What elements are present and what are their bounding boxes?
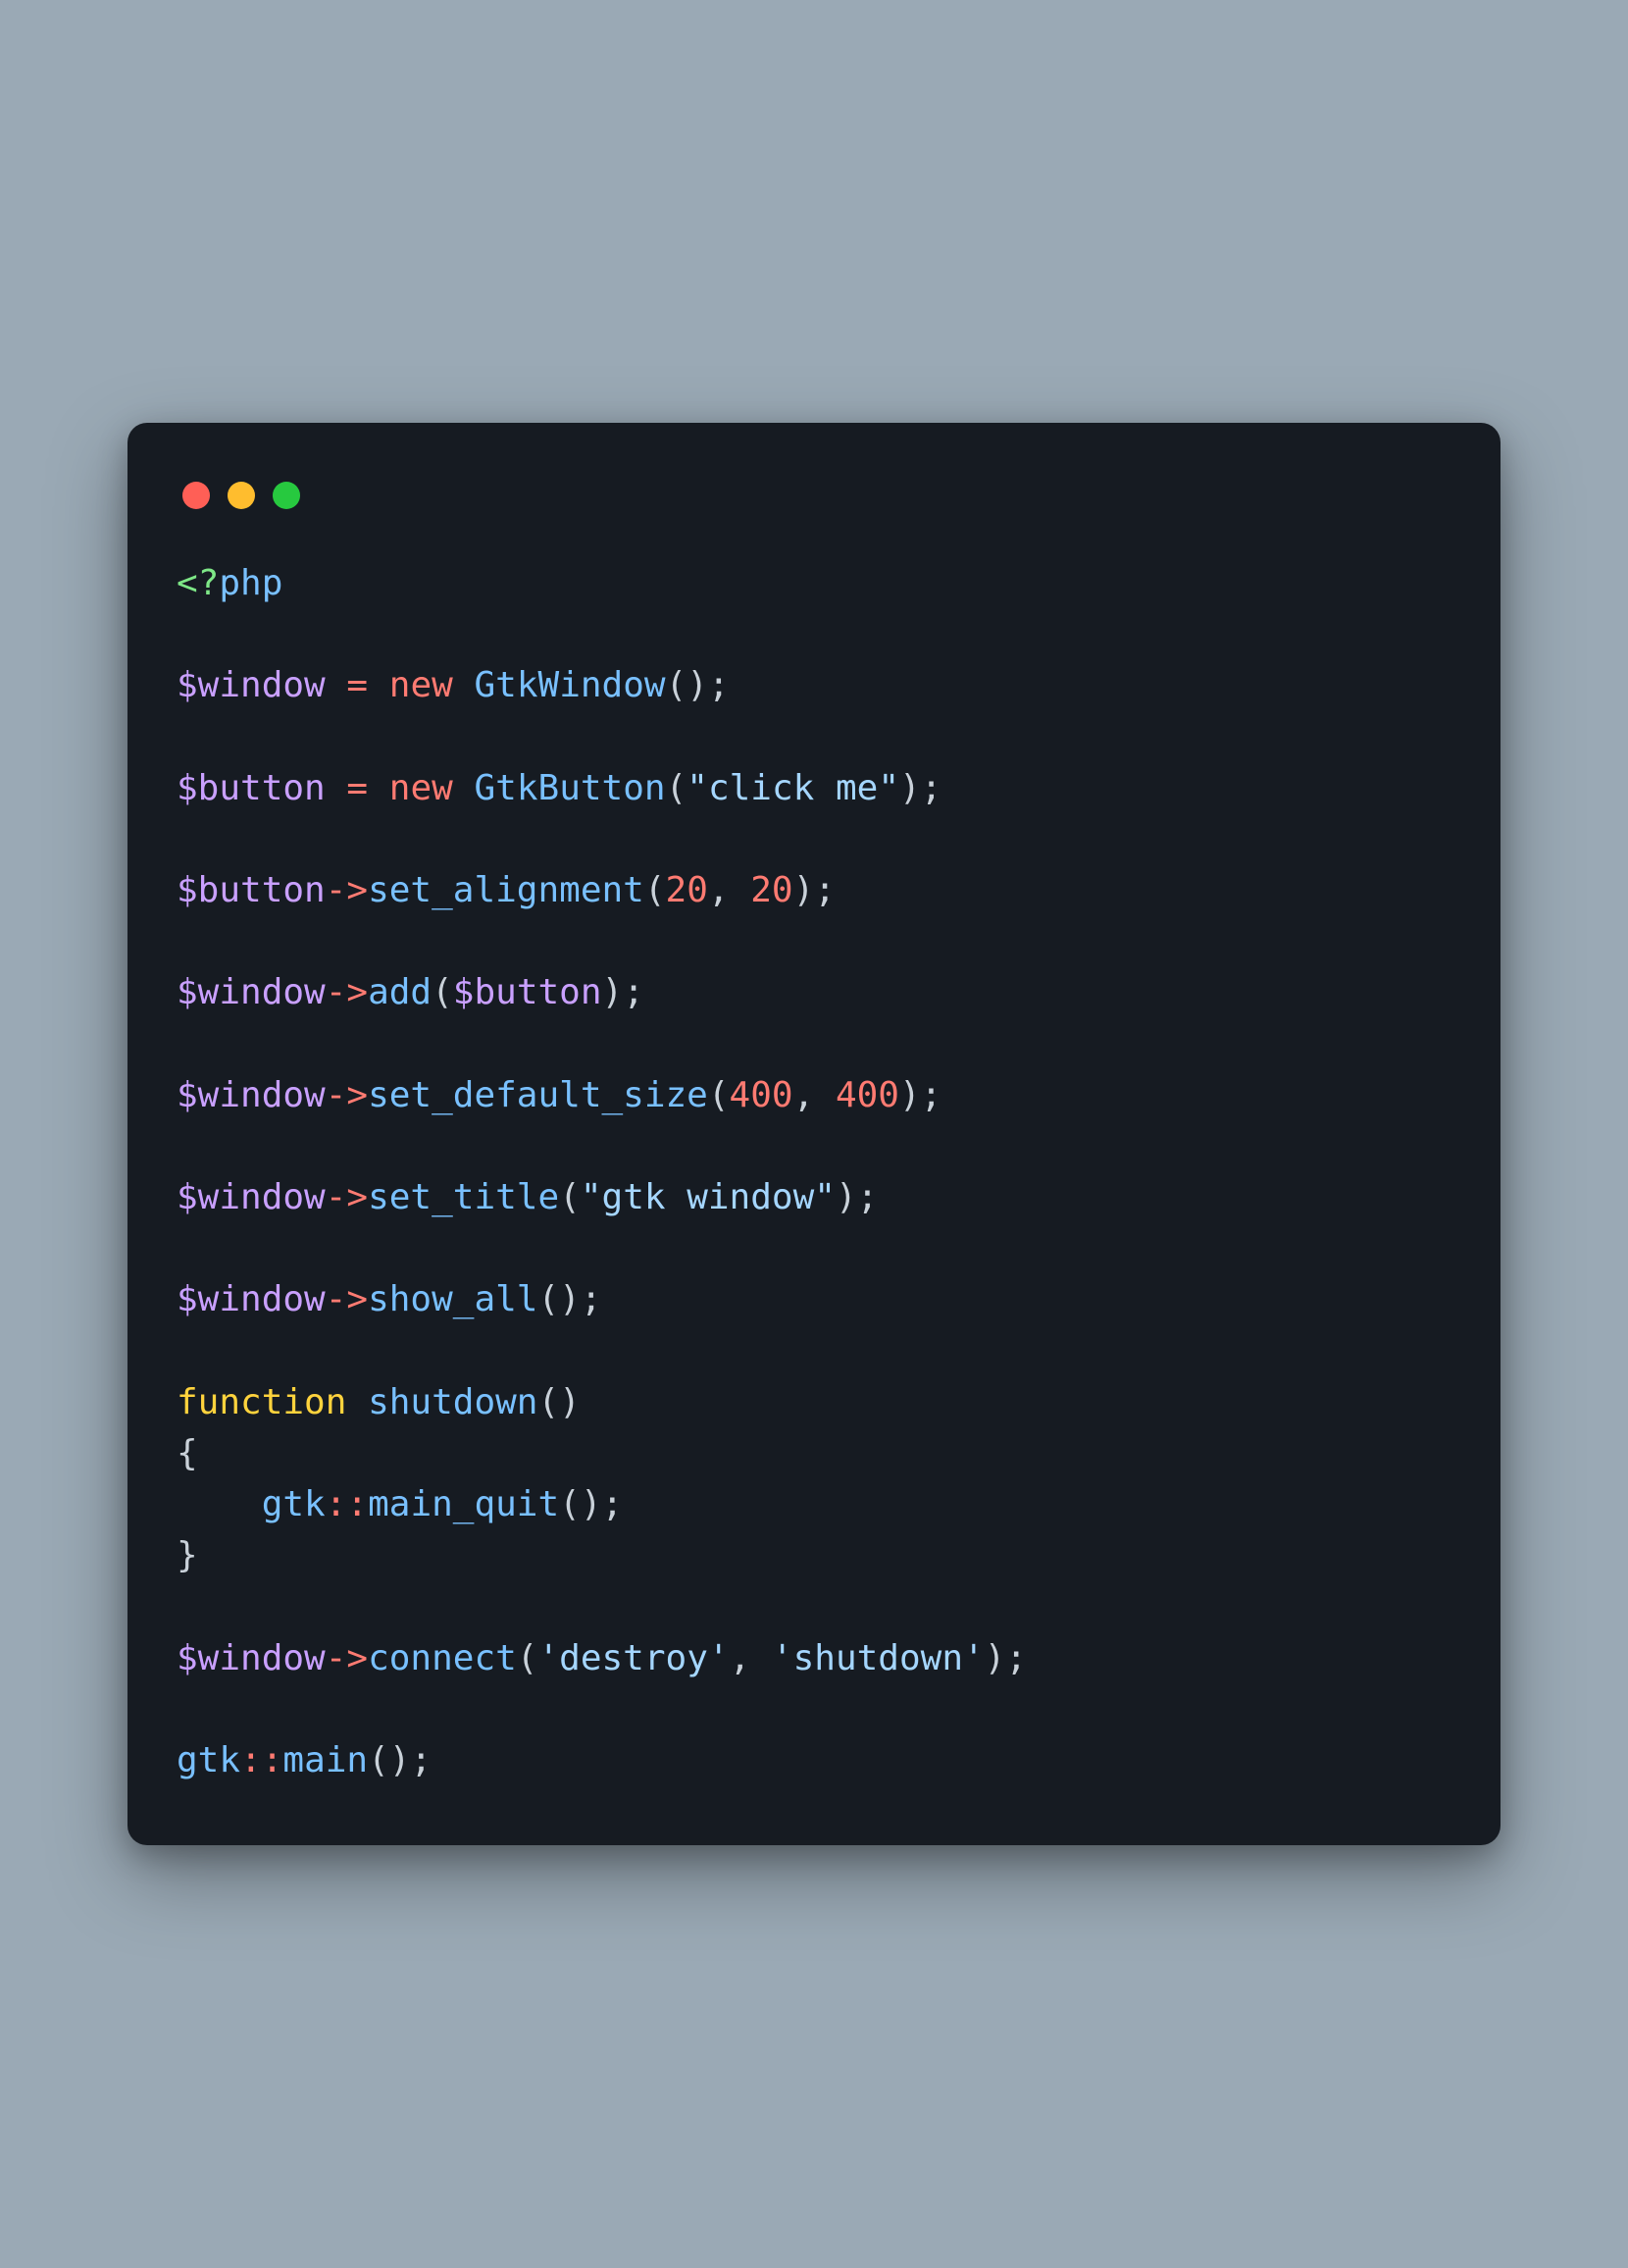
code-token: 'destroy' [537, 1638, 729, 1678]
maximize-icon[interactable] [273, 482, 300, 509]
code-token: ) [687, 665, 708, 705]
code-token: ( [432, 972, 453, 1012]
code-token: GtkWindow [475, 665, 666, 705]
code-token: $button [177, 870, 326, 910]
code-token: ) [602, 972, 624, 1012]
code-token: :: [326, 1484, 368, 1524]
code-token: , [708, 870, 750, 910]
code-token: ) [899, 768, 921, 808]
code-token: ) [985, 1638, 1006, 1678]
code-token: 400 [836, 1075, 899, 1115]
code-token: ( [368, 1740, 389, 1780]
code-token: ; [708, 665, 730, 705]
code-token [368, 768, 389, 808]
code-token: shutdown [368, 1382, 537, 1422]
code-token: -> [326, 1638, 368, 1678]
code-token: ) [581, 1484, 602, 1524]
code-token: -> [326, 1279, 368, 1319]
code-token [346, 1382, 368, 1422]
code-token [326, 768, 347, 808]
code-token: ) [559, 1279, 581, 1319]
code-token: { [177, 1433, 198, 1473]
code-token: main_quit [368, 1484, 559, 1524]
code-token: show_all [368, 1279, 537, 1319]
code-token: ( [537, 1279, 559, 1319]
code-token: $window [177, 1638, 326, 1678]
code-token: ( [708, 1075, 730, 1115]
code-window: <?php $window = new GtkWindow(); $button… [127, 423, 1501, 1846]
code-token [326, 665, 347, 705]
code-token: -> [326, 870, 368, 910]
code-token: ; [410, 1740, 432, 1780]
code-token: -> [326, 1177, 368, 1217]
code-token: connect [368, 1638, 517, 1678]
window-titlebar [177, 472, 1451, 558]
code-token: ; [581, 1279, 602, 1319]
code-token: main [282, 1740, 368, 1780]
code-token: ; [602, 1484, 624, 1524]
code-token: -> [326, 1075, 368, 1115]
code-token: ( [517, 1638, 538, 1678]
code-token: ; [623, 972, 644, 1012]
code-token: :: [240, 1740, 282, 1780]
code-token: ( [666, 665, 687, 705]
code-token: "gtk window" [581, 1177, 836, 1217]
code-token: $button [177, 768, 326, 808]
minimize-icon[interactable] [228, 482, 255, 509]
code-token: $window [177, 972, 326, 1012]
code-token: ) [559, 1382, 581, 1422]
code-token: , [730, 1638, 772, 1678]
code-token: ; [921, 1075, 942, 1115]
code-token [177, 1484, 262, 1524]
code-token: 400 [730, 1075, 793, 1115]
code-token: ) [899, 1075, 921, 1115]
code-token: GtkButton [475, 768, 666, 808]
close-icon[interactable] [182, 482, 210, 509]
code-block: <?php $window = new GtkWindow(); $button… [177, 558, 1451, 1787]
code-token [368, 665, 389, 705]
code-token [453, 768, 475, 808]
code-token: ) [836, 1177, 857, 1217]
code-token: set_title [368, 1177, 559, 1217]
code-token: set_alignment [368, 870, 644, 910]
code-token: ; [857, 1177, 879, 1217]
code-token: 20 [750, 870, 792, 910]
code-token: ( [559, 1484, 581, 1524]
code-token: ; [1005, 1638, 1027, 1678]
code-token: -> [326, 972, 368, 1012]
code-token: ; [921, 768, 942, 808]
code-token: = [346, 665, 368, 705]
code-token: $button [453, 972, 602, 1012]
code-token: ( [537, 1382, 559, 1422]
code-token: new [389, 768, 453, 808]
code-token: 20 [666, 870, 708, 910]
code-token: = [346, 768, 368, 808]
code-token: "click me" [687, 768, 899, 808]
code-token: function [177, 1382, 346, 1422]
code-token [453, 665, 475, 705]
code-token: 'shutdown' [772, 1638, 985, 1678]
code-token: php [219, 563, 282, 603]
code-token: gtk [177, 1740, 240, 1780]
code-token: ( [644, 870, 666, 910]
code-token: ) [389, 1740, 411, 1780]
code-token: ( [559, 1177, 581, 1217]
code-token: $window [177, 1177, 326, 1217]
code-token: new [389, 665, 453, 705]
code-token: } [177, 1535, 198, 1575]
code-token: ) [793, 870, 815, 910]
code-token: <? [177, 563, 219, 603]
code-token: add [368, 972, 432, 1012]
code-token: $window [177, 1075, 326, 1115]
code-token: ( [666, 768, 687, 808]
code-token: gtk [262, 1484, 326, 1524]
code-token: ; [814, 870, 836, 910]
code-token: $window [177, 1279, 326, 1319]
code-token: set_default_size [368, 1075, 708, 1115]
code-token: $window [177, 665, 326, 705]
code-token: , [793, 1075, 836, 1115]
